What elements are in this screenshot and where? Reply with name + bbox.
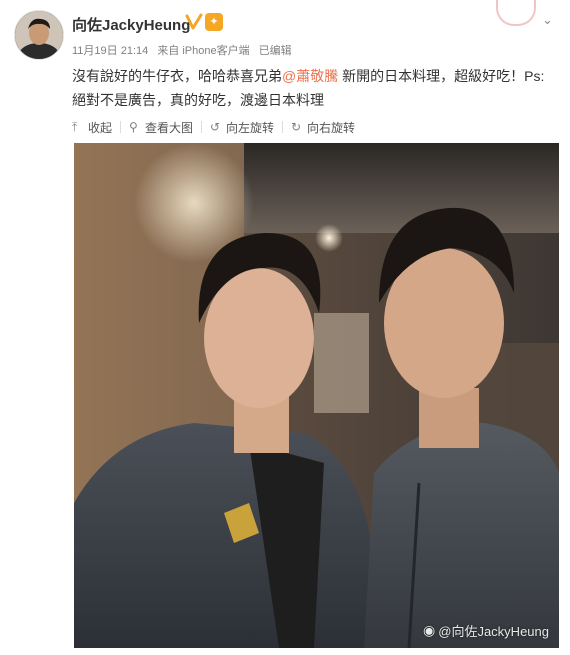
divider (282, 121, 284, 133)
rotate-right-button[interactable]: ↻ 向右旋转 (291, 119, 355, 136)
post-source[interactable]: 来自 iPhone客户端 (157, 45, 249, 57)
rotate-left-icon: ↺ (210, 120, 221, 134)
collapse-label: 收起 (88, 120, 113, 135)
image-actions: ⤒ 收起 ⚲ 查看大图 ↺ 向左旋转 ↻ 向右旋转 (72, 118, 355, 136)
rotate-left-button[interactable]: ↺ 向左旋转 (210, 119, 274, 136)
weibo-icon: ◉ (423, 622, 436, 638)
divider (201, 121, 203, 133)
rotate-right-icon: ↻ (291, 120, 302, 134)
weibo-post: 向佐JackyHeung ✦ ⌄ 11月19日 21:14 来自 iPhone客… (0, 0, 570, 655)
stamp-decoration (496, 0, 536, 26)
collapse-icon: ⤒ (72, 120, 78, 134)
username[interactable]: 向佐JackyHeung (72, 14, 190, 35)
post-edited: 已编辑 (258, 45, 292, 57)
post-date[interactable]: 11月19日 21:14 (72, 45, 148, 57)
vip-icon[interactable]: ✦ (205, 13, 223, 31)
avatar-image (15, 11, 63, 59)
view-large-label: 查看大图 (145, 120, 194, 135)
view-large-button[interactable]: ⚲ 查看大图 (129, 119, 193, 136)
watermark-text: @向佐JackyHeung (438, 624, 549, 639)
post-text-before: 沒有說好的牛仔衣，哈哈恭喜兄弟 (72, 68, 282, 84)
photo-illustration (74, 143, 559, 648)
verified-icon (185, 13, 203, 30)
rotate-right-label: 向右旋转 (307, 120, 356, 135)
post-meta: 11月19日 21:14 来自 iPhone客户端 已编辑 (72, 42, 298, 58)
post-photo[interactable]: ◉ @向佐JackyHeung (74, 143, 559, 648)
avatar[interactable] (14, 10, 64, 60)
watermark: ◉ @向佐JackyHeung (423, 621, 549, 640)
search-icon: ⚲ (129, 120, 138, 134)
rotate-left-label: 向左旋转 (226, 120, 275, 135)
mention-link[interactable]: @蕭敬騰 (282, 68, 338, 84)
chevron-down-icon[interactable]: ⌄ (542, 12, 556, 27)
collapse-button[interactable]: ⤒ 收起 (72, 119, 112, 136)
divider (120, 121, 122, 133)
post-text: 沒有說好的牛仔衣，哈哈恭喜兄弟@蕭敬騰 新開的日本料理，超級好吃！Ps: 絕對不… (72, 64, 562, 112)
